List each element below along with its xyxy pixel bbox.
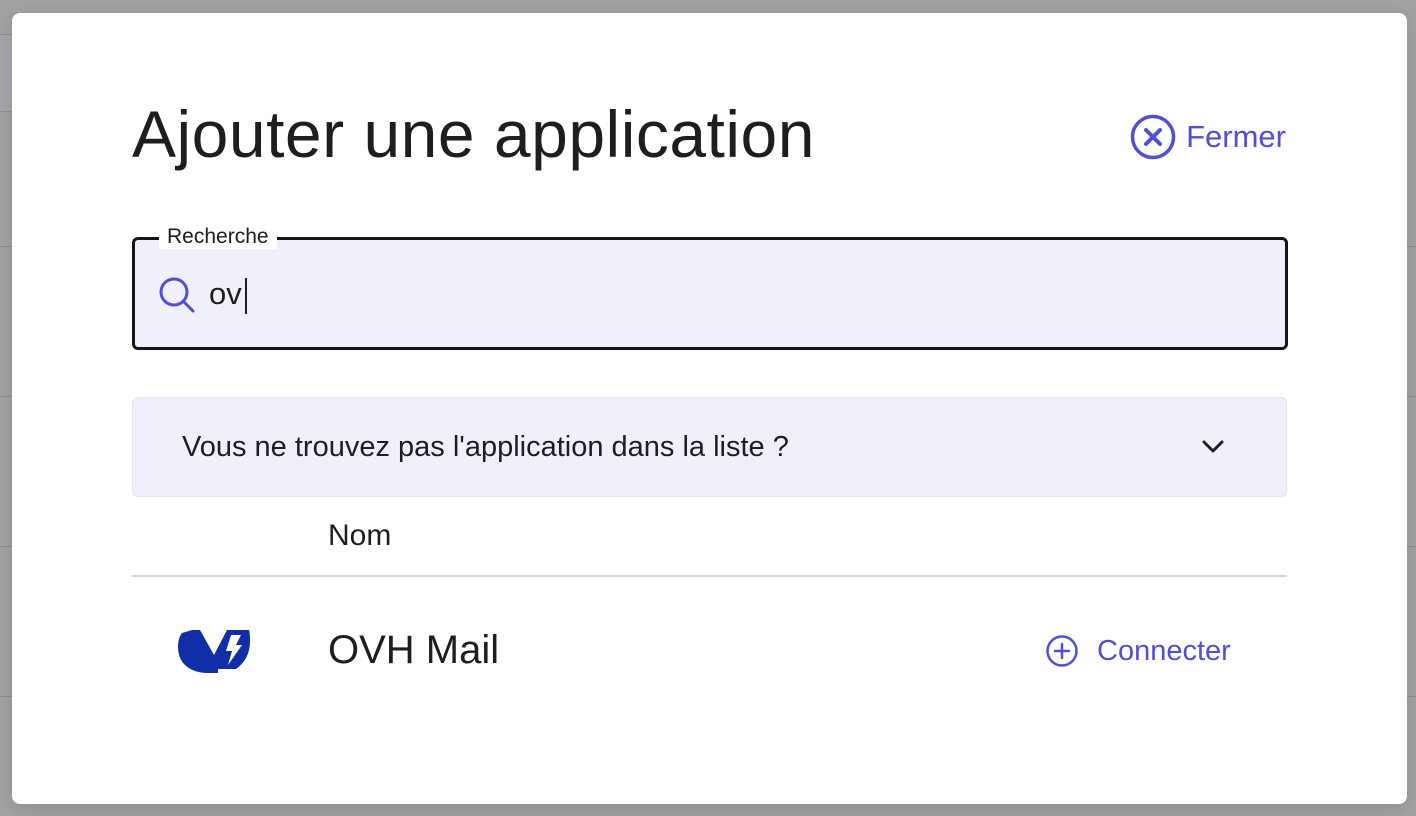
close-button[interactable]: Fermer xyxy=(1130,114,1286,160)
add-application-modal: Ajouter une application Fermer Recherche… xyxy=(12,13,1407,804)
chevron-down-icon xyxy=(1202,440,1224,453)
close-label: Fermer xyxy=(1186,119,1286,154)
accordion-label: Vous ne trouvez pas l'application dans l… xyxy=(182,430,789,463)
search-input[interactable] xyxy=(207,268,1261,320)
column-header-name: Nom xyxy=(328,519,392,552)
plus-circle-icon xyxy=(1046,635,1078,667)
close-circle-icon xyxy=(1130,114,1176,160)
text-caret xyxy=(245,278,247,314)
connect-button[interactable]: Connecter xyxy=(1045,634,1231,668)
app-name: OVH Mail xyxy=(328,628,500,672)
modal-title: Ajouter une application xyxy=(132,97,815,171)
ovh-logo-icon xyxy=(178,630,250,673)
table-row: OVH Mail Connecter xyxy=(132,577,1287,705)
connect-label: Connecter xyxy=(1097,634,1231,667)
search-icon xyxy=(159,277,195,313)
missing-app-accordion[interactable]: Vous ne trouvez pas l'application dans l… xyxy=(132,397,1287,497)
search-legend: Recherche xyxy=(159,225,277,249)
search-field[interactable]: Recherche xyxy=(132,225,1288,350)
